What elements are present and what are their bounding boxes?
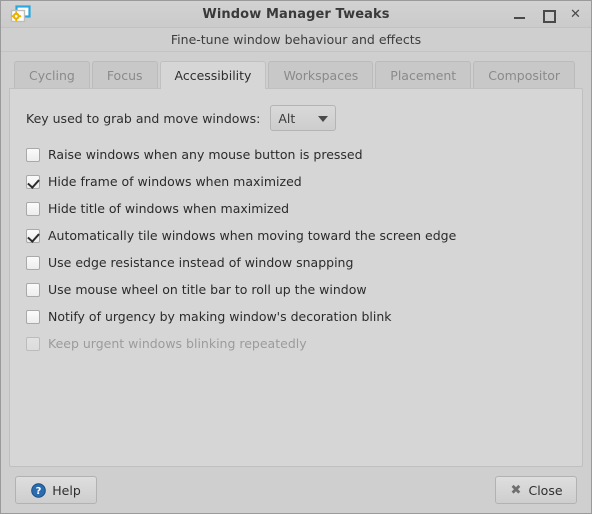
tab-label: Focus	[106, 67, 143, 83]
edge-resistance-checkbox[interactable]	[26, 255, 40, 270]
notebook: Cycling Focus Accessibility Workspaces P…	[9, 60, 583, 467]
option-label: Use mouse wheel on title bar to roll up …	[48, 282, 367, 297]
option-hide-title-row[interactable]: Hide title of windows when maximized	[24, 195, 568, 222]
close-x-icon: ✖	[510, 482, 522, 498]
option-urgency-blink-row[interactable]: Notify of urgency by making window's dec…	[24, 303, 568, 330]
maximize-button[interactable]	[540, 7, 556, 23]
action-bar: ? Help ✖ Close	[1, 467, 591, 513]
keep-blinking-checkbox	[26, 336, 40, 351]
tab-label: Compositor	[488, 67, 561, 83]
close-window-button[interactable]: ✕	[568, 7, 583, 22]
option-label: Raise windows when any mouse button is p…	[48, 147, 363, 162]
tab-strip: Cycling Focus Accessibility Workspaces P…	[9, 60, 583, 89]
option-label: Use edge resistance instead of window sn…	[48, 255, 354, 270]
option-label: Notify of urgency by making window's dec…	[48, 309, 392, 324]
accessibility-panel: Key used to grab and move windows: Alt R…	[9, 88, 583, 467]
close-button[interactable]: ✖ Close	[495, 476, 577, 504]
close-button-label: Close	[528, 482, 563, 498]
tab-label: Cycling	[29, 67, 75, 83]
tab-placement[interactable]: Placement	[375, 61, 472, 88]
grab-key-dropdown[interactable]: Alt	[270, 105, 337, 131]
chevron-down-icon	[318, 116, 329, 122]
option-auto-tile-row[interactable]: Automatically tile windows when moving t…	[24, 222, 568, 249]
titlebar-buttons: ✕	[512, 1, 583, 28]
titlebar[interactable]: Window Manager Tweaks ✕	[1, 1, 591, 28]
tab-cycling[interactable]: Cycling	[14, 61, 90, 88]
grab-key-label: Key used to grab and move windows:	[26, 110, 261, 126]
option-keep-blinking-row: Keep urgent windows blinking repeatedly	[24, 330, 568, 357]
option-edge-resistance-row[interactable]: Use edge resistance instead of window sn…	[24, 249, 568, 276]
urgency-blink-checkbox[interactable]	[26, 309, 40, 324]
tab-label: Workspaces	[283, 67, 359, 83]
grab-key-row: Key used to grab and move windows: Alt	[26, 105, 568, 131]
tab-accessibility[interactable]: Accessibility	[159, 61, 267, 89]
mouse-wheel-rollup-checkbox[interactable]	[26, 282, 40, 297]
tab-focus[interactable]: Focus	[91, 61, 158, 88]
minimize-button[interactable]	[512, 7, 527, 22]
option-raise-windows-row[interactable]: Raise windows when any mouse button is p…	[24, 141, 568, 168]
hide-frame-checkbox[interactable]	[26, 174, 40, 189]
tab-workspaces[interactable]: Workspaces	[268, 61, 374, 88]
raise-windows-checkbox[interactable]	[26, 147, 40, 162]
option-label: Keep urgent windows blinking repeatedly	[48, 336, 307, 351]
option-mouse-wheel-rollup-row[interactable]: Use mouse wheel on title bar to roll up …	[24, 276, 568, 303]
option-label: Hide title of windows when maximized	[48, 201, 290, 216]
auto-tile-checkbox[interactable]	[26, 228, 40, 243]
svg-text:?: ?	[36, 486, 42, 497]
help-icon: ?	[31, 482, 47, 498]
window-subtitle: Fine-tune window behaviour and effects	[170, 32, 422, 47]
help-button[interactable]: ? Help	[15, 476, 97, 504]
window-manager-tweaks-window: Window Manager Tweaks ✕ Fine-tune window…	[0, 0, 592, 514]
tab-label: Placement	[390, 67, 457, 83]
option-label: Hide frame of windows when maximized	[48, 174, 302, 189]
option-label: Automatically tile windows when moving t…	[48, 228, 457, 243]
window-tweaks-icon	[10, 5, 32, 25]
subtitle-bar: Fine-tune window behaviour and effects	[1, 28, 591, 52]
grab-key-value: Alt	[278, 110, 296, 126]
accessibility-options-list: Raise windows when any mouse button is p…	[24, 141, 568, 357]
hide-title-checkbox[interactable]	[26, 201, 40, 216]
window-title: Window Manager Tweaks	[202, 6, 390, 22]
help-button-label: Help	[52, 482, 81, 498]
tab-label: Accessibility	[174, 68, 252, 83]
option-hide-frame-row[interactable]: Hide frame of windows when maximized	[24, 168, 568, 195]
tab-compositor[interactable]: Compositor	[473, 61, 576, 88]
